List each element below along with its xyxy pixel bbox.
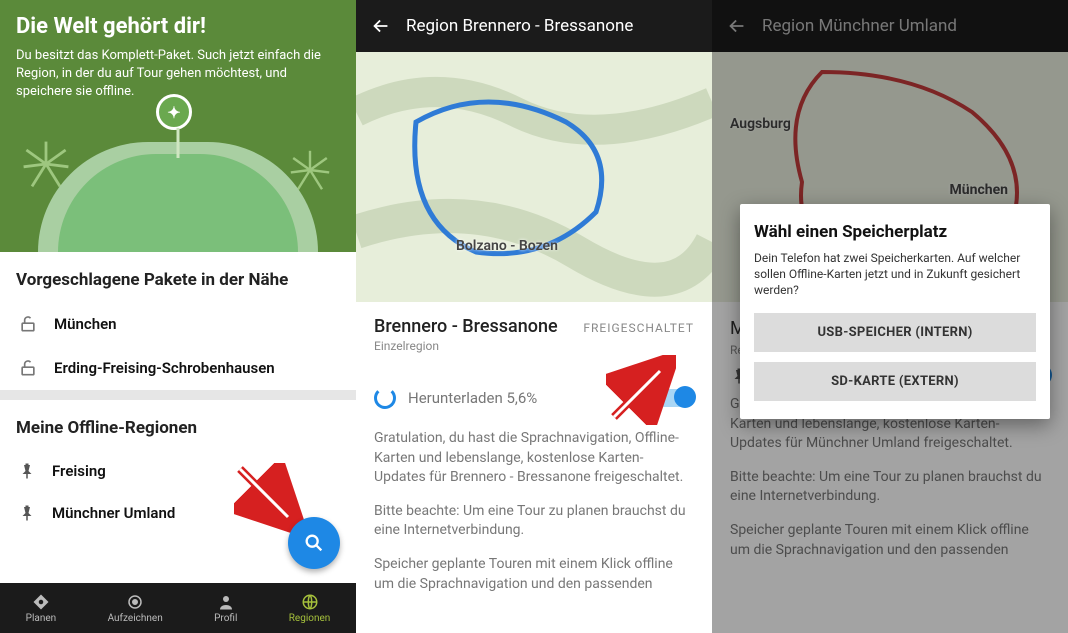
region-outline	[356, 52, 712, 302]
pin-icon	[18, 462, 36, 480]
profile-icon	[217, 593, 235, 611]
section-divider	[0, 390, 356, 400]
region-title: Brennero - Bressanone	[374, 316, 558, 337]
mine-header: Meine Offline-Regionen	[0, 400, 356, 450]
annotation-arrow-icon	[234, 463, 304, 533]
dialog-body: Dein Telefon hat zwei Speicherkarten. Au…	[754, 250, 1036, 299]
region-subtitle: Einzelregion	[374, 339, 694, 353]
pin-icon	[18, 504, 36, 522]
suggested-item-label: München	[54, 315, 117, 333]
search-fab[interactable]	[288, 517, 340, 569]
nav-record[interactable]: Aufzeichnen	[108, 593, 163, 624]
world-pack-hero: Die Welt gehört dir! Du besitzt das Komp…	[0, 0, 356, 252]
unlocked-badge: FREIGESCHALTET	[583, 321, 694, 335]
globe-illustration: ✦	[38, 142, 318, 252]
hero-title: Die Welt gehört dir!	[16, 14, 340, 39]
nav-regions[interactable]: Regionen	[289, 593, 331, 624]
map-city-label: Bolzano - Bozen	[456, 238, 558, 254]
info-para: Gratulation, du hast die Sprachnavigatio…	[356, 429, 712, 502]
unlock-icon	[18, 358, 38, 378]
dialog-title: Wähl einen Speicherplatz	[754, 222, 1036, 242]
storage-dialog: Wähl einen Speicherplatz Dein Telefon ha…	[740, 204, 1050, 419]
region-map[interactable]: Bolzano - Bozen	[356, 52, 712, 302]
suggested-header: Vorgeschlagene Pakete in der Nähe	[0, 252, 356, 302]
nav-plan[interactable]: Planen	[26, 593, 57, 624]
diamond-icon	[32, 593, 50, 611]
appbar: Region Brennero - Bressanone	[356, 0, 712, 52]
record-icon	[126, 593, 144, 611]
screen-regions-list: Die Welt gehört dir! Du besitzt das Komp…	[0, 0, 356, 633]
suggested-item[interactable]: Erding-Freising-Schrobenhausen	[0, 346, 356, 390]
back-icon[interactable]	[370, 15, 392, 37]
info-para: Bitte beachte: Um eine Tour zu planen br…	[356, 502, 712, 555]
offline-region-label: Freising	[52, 462, 106, 480]
suggested-item-label: Erding-Freising-Schrobenhausen	[54, 359, 275, 377]
globe-icon	[301, 593, 319, 611]
screen-storage-dialog: Region Münchner Umland Augsburg München …	[712, 0, 1068, 633]
spinner-icon	[374, 387, 396, 409]
offline-region-label: Münchner Umland	[52, 504, 175, 522]
flag-icon: ✦	[156, 94, 200, 138]
unlock-icon	[18, 314, 38, 334]
nav-profile[interactable]: Profil	[214, 593, 237, 624]
screen-region-detail: Region Brennero - Bressanone Bolzano - B…	[356, 0, 712, 633]
annotation-arrow-icon	[606, 355, 676, 425]
download-row: Herunterladen 5,6%	[356, 367, 712, 429]
info-para: Speicher geplante Touren mit einem Klick…	[356, 555, 712, 608]
appbar-title: Region Brennero - Bressanone	[406, 16, 633, 36]
suggested-item[interactable]: München	[0, 302, 356, 346]
storage-external-button[interactable]: SD-KARTE (EXTERN)	[754, 362, 1036, 401]
storage-internal-button[interactable]: USB-SPEICHER (INTERN)	[754, 313, 1036, 352]
search-icon	[303, 532, 325, 554]
bottom-nav: Planen Aufzeichnen Profil Regionen	[0, 583, 356, 633]
